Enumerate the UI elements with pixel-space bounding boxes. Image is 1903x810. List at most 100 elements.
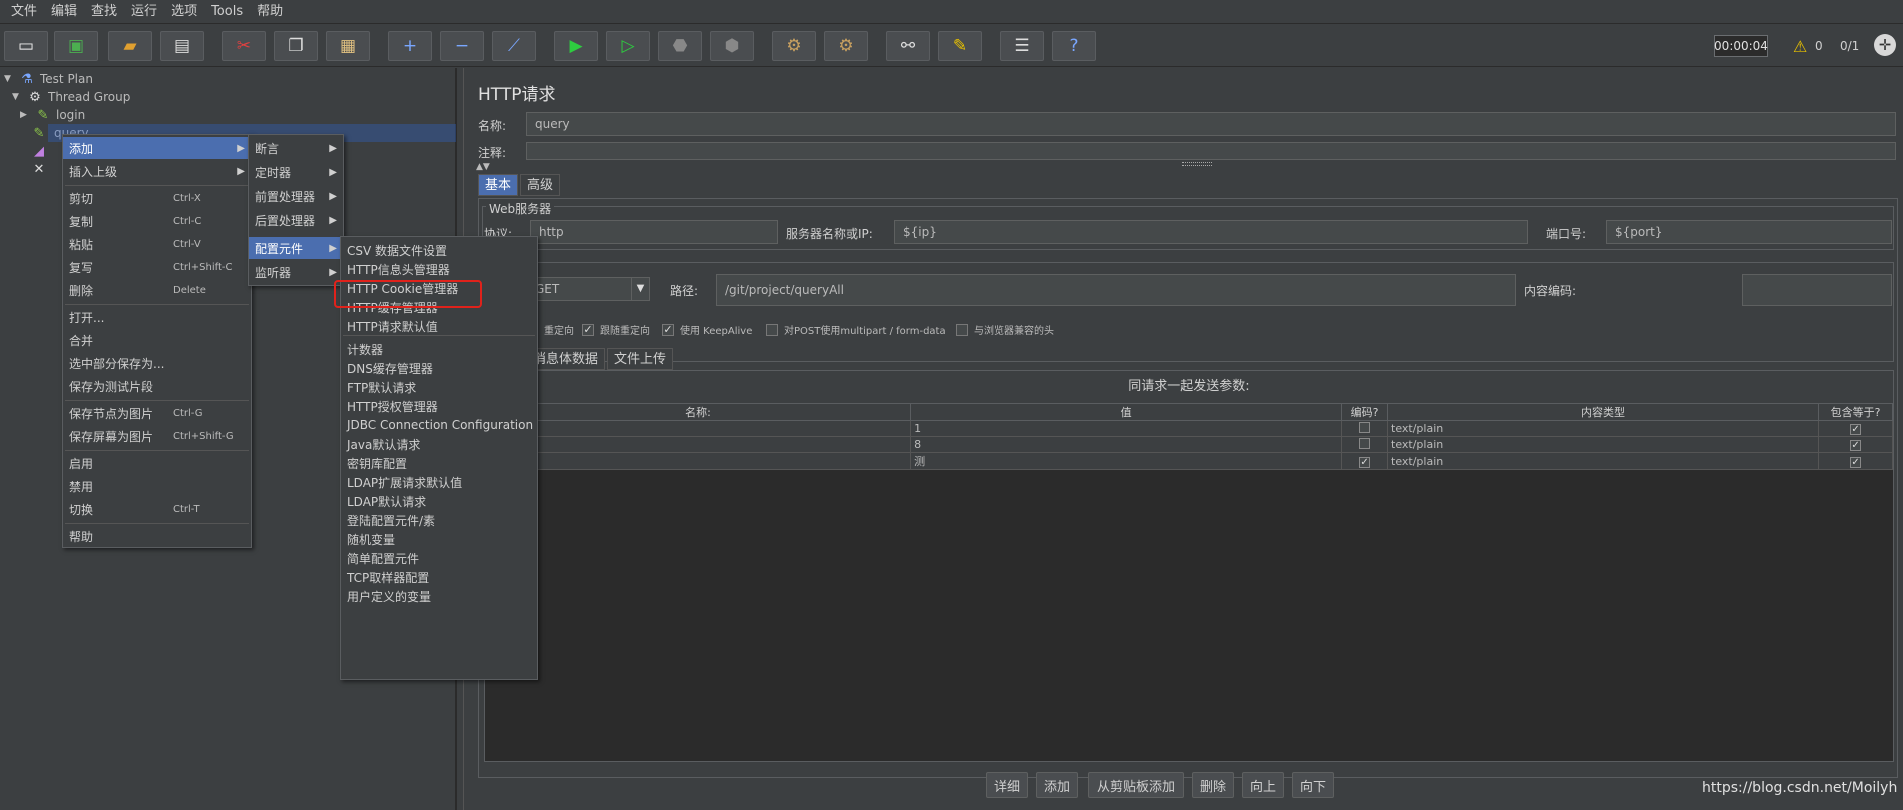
follow-redirects-checkbox[interactable]: ✓ 跟随重定向 — [582, 322, 650, 337]
splitter-arrows-icon[interactable]: ▲▼ — [476, 162, 490, 172]
tree-node-listener[interactable]: ◢ — [30, 142, 52, 160]
drag-handle-icon[interactable] — [1182, 162, 1212, 166]
delete-button[interactable]: 删除 — [1192, 772, 1234, 798]
param-name[interactable] — [484, 436, 912, 453]
clear-button[interactable]: ⚙ — [772, 31, 816, 61]
menu-item-save-selection[interactable]: 选中部分保存为... — [63, 352, 251, 374]
menu-file[interactable]: 文件 — [4, 0, 44, 24]
table-row[interactable]: me测 ✓ text/plain ✓ — [484, 452, 1893, 470]
warning-icon[interactable]: ⚠ — [1793, 37, 1807, 56]
menu-search[interactable]: 查找 — [84, 0, 124, 24]
port-field[interactable]: ${port} — [1606, 220, 1892, 244]
encoding-field[interactable] — [1742, 274, 1892, 306]
menu-item-duplicate[interactable]: 复写 Ctrl+Shift-C — [63, 256, 251, 278]
detail-button[interactable]: 详细 — [986, 772, 1028, 798]
menu-edit[interactable]: 编辑 — [44, 0, 84, 24]
submenu-item-preprocessors[interactable]: 前置处理器 ▶ — [249, 185, 343, 207]
reset-search-button[interactable]: ✎ — [938, 31, 982, 61]
collapse-all-button[interactable]: − — [440, 31, 484, 61]
stop-button[interactable]: ⬣ — [658, 31, 702, 61]
method-select[interactable]: GET ▼ — [526, 277, 650, 301]
move-down-button[interactable]: 向下 — [1292, 772, 1334, 798]
table-row[interactable]: 8 text/plain ✓ — [484, 436, 1893, 453]
param-encode[interactable]: ✓ — [1341, 452, 1388, 470]
open-button[interactable]: ▰ — [108, 31, 152, 61]
start-no-pause-button[interactable]: ▷ — [606, 31, 650, 61]
add-from-clipboard-button[interactable]: 从剪贴板添加 — [1088, 772, 1184, 798]
param-value[interactable]: 8 — [910, 436, 1343, 453]
checkbox-icon[interactable]: ✓ — [1850, 440, 1862, 451]
menu-item-copy[interactable]: 复制 Ctrl-C — [63, 210, 251, 232]
new-button[interactable]: ▭ — [4, 31, 48, 61]
column-encode[interactable]: 编码? — [1341, 403, 1388, 421]
path-field[interactable]: /git/project/queryAll — [716, 274, 1516, 306]
server-field[interactable]: ${ip} — [894, 220, 1528, 244]
menu-item-paste[interactable]: 粘贴 Ctrl-V — [63, 233, 251, 255]
param-include-equals[interactable]: ✓ — [1818, 452, 1893, 470]
save-button[interactable]: ▤ — [160, 31, 204, 61]
multipart-checkbox[interactable]: 对POST使用multipart / form-data — [766, 322, 946, 337]
expand-arrow-icon[interactable]: ▼ — [4, 74, 18, 84]
menu-item-save-node-image[interactable]: 保存节点为图片 Ctrl-G — [63, 402, 251, 424]
menu-item-toggle[interactable]: 切换 Ctrl-T — [63, 498, 251, 520]
checkbox-icon[interactable] — [1359, 437, 1371, 449]
tree-node-config[interactable]: ✕ — [30, 160, 52, 178]
param-encode[interactable] — [1341, 436, 1388, 453]
menu-item-disable[interactable]: 禁用 — [63, 475, 251, 497]
chevron-down-icon[interactable]: ▼ — [631, 278, 649, 300]
menu-run[interactable]: 运行 — [124, 0, 164, 24]
collapse-arrow-icon[interactable]: ▶ — [20, 110, 34, 120]
tab-file-upload[interactable]: 文件上传 — [607, 348, 674, 370]
param-include-equals[interactable]: ✓ — [1818, 436, 1893, 453]
add-button[interactable]: 添加 — [1036, 772, 1078, 798]
menu-item-enable[interactable]: 启用 — [63, 452, 251, 474]
checkbox-icon[interactable]: ✓ — [1850, 456, 1862, 468]
menu-item-save-fragment[interactable]: 保存为测试片段 — [63, 375, 251, 397]
submenu-item-postprocessors[interactable]: 后置处理器 ▶ — [249, 209, 343, 231]
column-content-type[interactable]: 内容类型 — [1386, 403, 1820, 421]
tree-node-thread-group[interactable]: ▼ ⚙ Thread Group — [12, 88, 130, 106]
column-include-equals[interactable]: 包含等于? — [1818, 403, 1893, 421]
start-button[interactable]: ▶ — [554, 31, 598, 61]
tree-node-test-plan[interactable]: ▼ ⚗ Test Plan — [4, 70, 93, 88]
table-row[interactable]: nber1 text/plain ✓ — [484, 420, 1893, 437]
tab-advanced[interactable]: 高级 — [520, 174, 561, 196]
menu-item-delete[interactable]: 删除 Delete — [63, 279, 251, 301]
tree-node-login[interactable]: ▶ ✎ login — [20, 106, 85, 124]
param-name[interactable]: me — [484, 452, 912, 470]
menu-item-save-screen-image[interactable]: 保存屏幕为图片 Ctrl+Shift-G — [63, 425, 251, 447]
clear-all-button[interactable]: ⚙ — [824, 31, 868, 61]
expand-arrow-icon[interactable]: ▼ — [12, 92, 26, 102]
config-menu-item[interactable]: 用户定义的变量 — [341, 585, 537, 607]
checkbox-icon[interactable]: ✓ — [1850, 424, 1862, 435]
param-content-type[interactable]: text/plain — [1386, 436, 1820, 453]
column-name[interactable]: 名称: — [484, 403, 912, 421]
cut-button[interactable]: ✂ — [222, 31, 266, 61]
submenu-item-assertions[interactable]: 断言 ▶ — [249, 137, 343, 159]
menu-tools[interactable]: Tools — [204, 0, 250, 24]
param-include-equals[interactable]: ✓ — [1818, 420, 1893, 437]
expand-all-button[interactable]: + — [388, 31, 432, 61]
keepalive-checkbox[interactable]: ✓ 使用 KeepAlive — [662, 322, 752, 337]
help-button[interactable]: ? — [1052, 31, 1096, 61]
checkbox-icon[interactable] — [1359, 421, 1371, 433]
config-menu-item[interactable]: HTTP请求默认值 — [341, 315, 537, 337]
protocol-field[interactable]: http — [530, 220, 778, 244]
menu-item-open[interactable]: 打开... — [63, 306, 251, 328]
toggle-button[interactable]: ⟋ — [492, 31, 536, 61]
menu-help[interactable]: 帮助 — [250, 0, 290, 24]
function-helper-button[interactable]: ☰ — [1000, 31, 1044, 61]
menu-item-merge[interactable]: 合并 — [63, 329, 251, 351]
param-content-type[interactable]: text/plain — [1386, 452, 1820, 470]
tab-basic[interactable]: 基本 — [478, 174, 519, 196]
name-field[interactable]: query — [526, 112, 1896, 136]
menu-item-help[interactable]: 帮助 — [63, 525, 251, 547]
browser-headers-checkbox[interactable]: 与浏览器兼容的头 — [956, 322, 1054, 337]
move-up-button[interactable]: 向上 — [1242, 772, 1284, 798]
submenu-item-config-elements[interactable]: 配置元件 ▶ — [249, 237, 343, 259]
menu-options[interactable]: 选项 — [164, 0, 204, 24]
column-value[interactable]: 值 — [910, 403, 1343, 421]
submenu-item-timers[interactable]: 定时器 ▶ — [249, 161, 343, 183]
param-name[interactable]: nber — [484, 420, 912, 437]
param-value[interactable]: 1 — [910, 420, 1343, 437]
